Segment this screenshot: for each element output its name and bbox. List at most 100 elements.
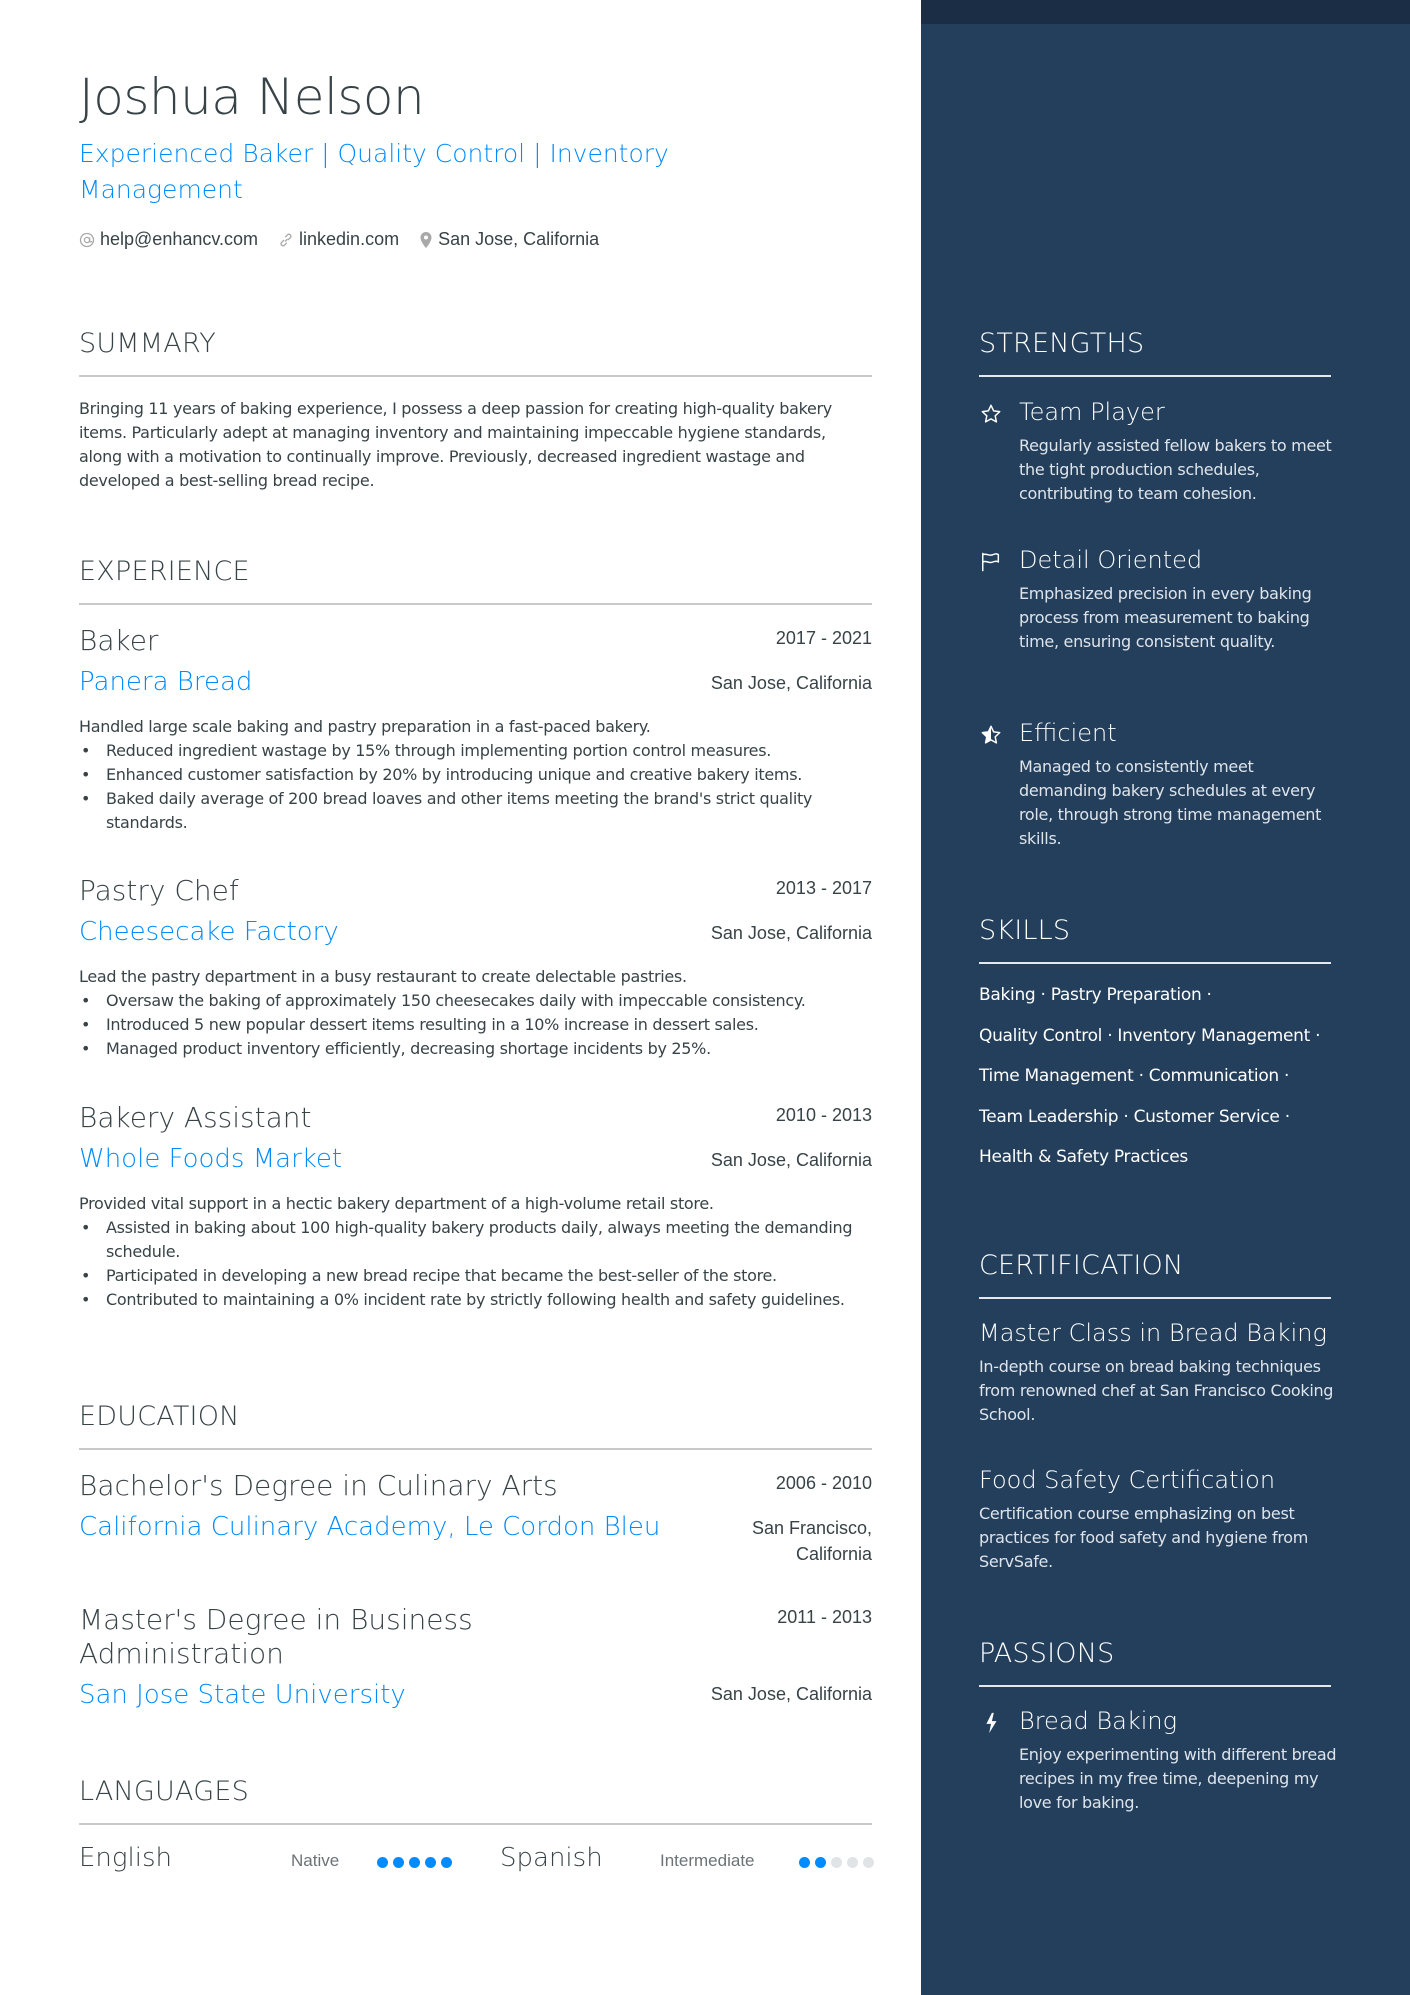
- certification-title: Food Safety Certification: [979, 1466, 1276, 1494]
- languages-divider: [79, 1823, 872, 1825]
- passion-title: Bread Baking: [1019, 1707, 1177, 1735]
- school-name[interactable]: California Culinary Academy, Le Cordon B…: [79, 1512, 660, 1542]
- education-dates: 2006 - 2010: [775, 1473, 872, 1493]
- strength-title: Team Player: [1019, 398, 1165, 426]
- experience-heading: EXPERIENCE: [79, 556, 250, 587]
- passions-divider: [979, 1685, 1331, 1687]
- summary-text: Bringing 11 years of baking experience, …: [79, 399, 832, 490]
- contact-location: San Jose, California: [419, 229, 599, 250]
- strength-item: Team Player Regularly assisted fellow ba…: [979, 398, 1332, 508]
- education-location-line: San Francisco,: [751, 1518, 872, 1538]
- job-title: Pastry Chef: [79, 874, 239, 907]
- skills-divider: [979, 962, 1331, 964]
- rating-dot-empty: [847, 1857, 858, 1868]
- education-location: San Francisco, California: [752, 1515, 872, 1567]
- passions-heading: PASSIONS: [979, 1638, 1115, 1669]
- company-name[interactable]: Whole Foods Market: [79, 1144, 342, 1174]
- bullet-item: Baked daily average of 200 bread loaves …: [79, 787, 872, 835]
- skills-heading: SKILLS: [979, 915, 1071, 946]
- rating-dot-empty: [831, 1857, 842, 1868]
- passion-description: Enjoy experimenting with different bread…: [1019, 1745, 1337, 1812]
- bullet-item: Enhanced customer satisfaction by 20% by…: [79, 763, 872, 787]
- languages-heading: LANGUAGES: [79, 1776, 249, 1807]
- job-bullets: Oversaw the baking of approximately 150 …: [79, 989, 872, 1061]
- skills-line: Health & Safety Practices: [979, 1147, 1188, 1167]
- contact-linkedin[interactable]: linkedin.com: [278, 229, 399, 250]
- job-dates: 2017 - 2021: [775, 628, 872, 648]
- candidate-name: Joshua Nelson: [79, 68, 425, 126]
- bullet-item: Managed product inventory efficiently, d…: [79, 1037, 872, 1061]
- contact-linkedin-text: linkedin.com: [299, 229, 400, 249]
- strength-description: Emphasized precision in every baking pro…: [1019, 584, 1312, 651]
- company-name[interactable]: Panera Bread: [79, 667, 252, 697]
- strength-item: Efficient Managed to consistently meet d…: [979, 719, 1331, 859]
- bullet-item: Introduced 5 new popular dessert items r…: [79, 1013, 872, 1037]
- summary-heading: SUMMARY: [79, 328, 216, 359]
- language-level: Intermediate: [660, 1851, 755, 1870]
- contact-email[interactable]: help@enhancv.com: [79, 229, 258, 250]
- skills-line: Time Management · Communication ·: [979, 1066, 1290, 1086]
- languages-row: English Native Spanish Intermediate: [79, 1843, 874, 1879]
- rating-dot-filled: [409, 1857, 420, 1868]
- rating-dot-filled: [393, 1857, 404, 1868]
- rating-dot-empty: [863, 1857, 874, 1868]
- school-name[interactable]: San Jose State University: [79, 1680, 406, 1710]
- certification-title: Master Class in Bread Baking: [979, 1319, 1327, 1347]
- job-location: San Jose, California: [710, 923, 872, 943]
- summary-divider: [79, 375, 872, 377]
- education-heading: EDUCATION: [79, 1401, 240, 1432]
- experience-entry: Bakery Assistant 2010 - 2013 Whole Foods…: [79, 1101, 872, 1341]
- job-dates: 2013 - 2017: [775, 878, 872, 898]
- skills-line: Quality Control · Inventory Management ·: [979, 1026, 1321, 1046]
- rating-dot-filled: [425, 1857, 436, 1868]
- experience-divider: [79, 603, 872, 605]
- skills-line: Baking · Pastry Preparation ·: [979, 985, 1212, 1005]
- degree-title: Bachelor's Degree in Culinary Arts: [79, 1469, 558, 1502]
- sidebar: STRENGTHS Team Player Regularly assisted…: [921, 0, 1410, 1995]
- language-name: English: [79, 1843, 172, 1873]
- strength-title: Detail Oriented: [1019, 546, 1203, 574]
- star-half-icon: [979, 723, 1003, 747]
- job-title: Baker: [79, 624, 159, 657]
- certification-divider: [979, 1297, 1331, 1299]
- education-dates: 2011 - 2013: [777, 1607, 872, 1627]
- job-location: San Jose, California: [710, 673, 872, 693]
- bullet-item: Reduced ingredient wastage by 15% throug…: [79, 739, 872, 763]
- certification-heading: CERTIFICATION: [979, 1250, 1184, 1281]
- contact-bar: help@enhancv.com linkedin.com San Jose, …: [79, 229, 619, 250]
- rating-dot-filled: [377, 1857, 388, 1868]
- bullet-item: Assisted in baking about 100 high-qualit…: [79, 1216, 872, 1264]
- language-level: Native: [291, 1851, 340, 1870]
- rating-dot-filled: [815, 1857, 826, 1868]
- job-title: Bakery Assistant: [79, 1101, 312, 1134]
- experience-entry: Baker 2017 - 2021 Panera Bread San Jose,…: [79, 624, 872, 844]
- location-pin-icon: [419, 231, 433, 249]
- skills-line: Team Leadership · Customer Service ·: [979, 1107, 1290, 1127]
- degree-title-line: Master's Degree in Business: [79, 1603, 473, 1636]
- bullet-item: Participated in developing a new bread r…: [79, 1264, 872, 1288]
- certification-item: Master Class in Bread Baking In-depth co…: [979, 1319, 1333, 1429]
- lightning-bolt-icon: [979, 1711, 1003, 1735]
- sidebar-top-bar: [921, 0, 1410, 24]
- certification-item: Food Safety Certification Certification …: [979, 1466, 1331, 1576]
- star-outline-icon: [979, 402, 1003, 426]
- strength-description: Regularly assisted fellow bakers to meet…: [1019, 436, 1332, 503]
- education-entry: Master's Degree in Business Administrati…: [79, 1603, 872, 1723]
- company-name[interactable]: Cheesecake Factory: [79, 917, 339, 947]
- job-description: Handled large scale baking and pastry pr…: [79, 717, 651, 736]
- strength-description: Managed to consistently meet demanding b…: [1019, 757, 1322, 848]
- strengths-heading: STRENGTHS: [979, 328, 1145, 359]
- education-entry: Bachelor's Degree in Culinary Arts 2006 …: [79, 1469, 872, 1579]
- language-name: Spanish: [500, 1843, 603, 1873]
- certification-description: Certification course emphasizing on best…: [979, 1504, 1309, 1571]
- candidate-headline: Experienced Baker | Quality Control | In…: [79, 139, 669, 204]
- contact-location-text: San Jose, California: [438, 229, 600, 249]
- job-description: Provided vital support in a hectic baker…: [79, 1194, 714, 1213]
- experience-entry: Pastry Chef 2013 - 2017 Cheesecake Facto…: [79, 874, 872, 1074]
- rating-dot-filled: [441, 1857, 452, 1868]
- degree-title: Master's Degree in Business Administrati…: [79, 1603, 473, 1671]
- language-rating: [377, 1857, 457, 1868]
- strength-title: Efficient: [1019, 719, 1117, 747]
- flag-icon: [979, 550, 1003, 574]
- education-location: San Jose, California: [710, 1684, 872, 1704]
